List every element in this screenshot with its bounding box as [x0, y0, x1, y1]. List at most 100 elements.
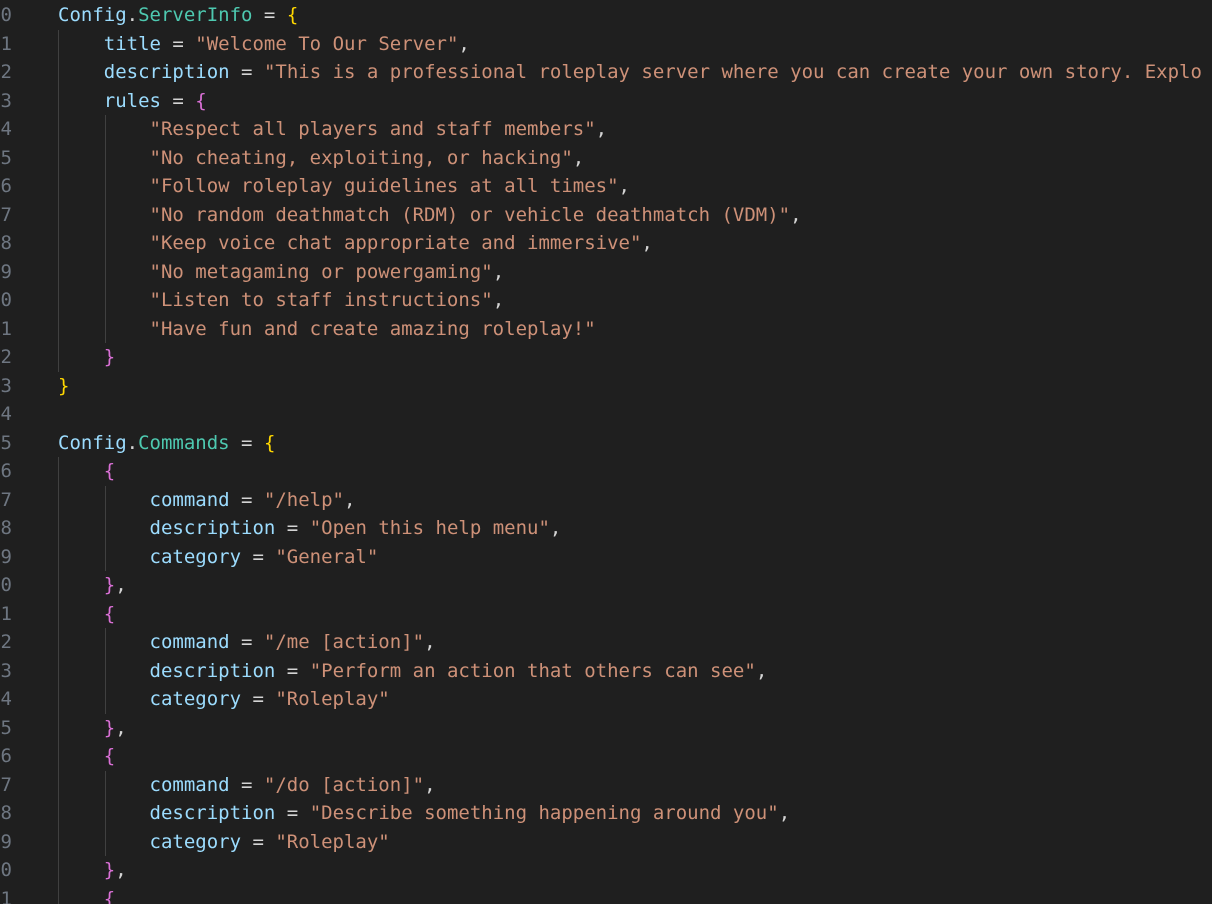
line-content: command = "/do [action]",: [58, 771, 436, 800]
code-token: {: [286, 4, 299, 26]
line-content: category = "Roleplay": [58, 685, 390, 714]
code-token: ,: [115, 716, 127, 739]
code-line[interactable]: 41 {: [0, 884, 1212, 904]
code-token: "Have fun and create amazing roleplay!": [149, 317, 596, 340]
line-number: 18: [0, 232, 12, 254]
code-token: "Listen to staff instructions": [149, 289, 493, 311]
code-line[interactable]: 21 "Have fun and create amazing roleplay…: [0, 314, 1212, 343]
code-token: =: [229, 488, 264, 511]
line-number: 13: [0, 89, 12, 112]
code-token: "Respect all players and staff members": [149, 118, 596, 140]
line-number: 36: [0, 745, 12, 767]
line-number: 15: [0, 146, 12, 169]
code-token: category: [149, 545, 242, 568]
line-content: "Listen to staff instructions",: [58, 286, 505, 315]
code-line[interactable]: 38 description = "Describe something hap…: [0, 799, 1212, 828]
code-token: .: [126, 431, 139, 454]
line-number: 14: [0, 118, 12, 140]
code-line[interactable]: 25 Config.Commands = {: [0, 429, 1212, 458]
line-number: 28: [0, 517, 12, 539]
code-line[interactable]: 39 category = "Roleplay": [0, 827, 1212, 856]
code-token: {: [263, 431, 276, 454]
code-line[interactable]: 28 description = "Open this help menu",: [0, 514, 1212, 543]
line-content: "No metagaming or powergaming",: [58, 258, 505, 287]
code-token: ,: [115, 859, 127, 881]
code-token: "No metagaming or powergaming": [149, 260, 493, 283]
line-number: 32: [0, 631, 12, 653]
code-token: "Perform an action that others can see": [309, 659, 756, 682]
code-line[interactable]: 29 category = "General": [0, 542, 1212, 571]
line-number: 17: [0, 203, 12, 226]
code-token: ,: [641, 232, 653, 254]
code-token: command: [149, 631, 230, 653]
line-number: 23: [0, 374, 12, 397]
code-token: command: [149, 773, 230, 796]
line-content: "No cheating, exploiting, or hacking",: [58, 144, 585, 173]
code-line[interactable]: 37 command = "/do [action]",: [0, 770, 1212, 800]
code-line[interactable]: 17 "No random deathmatch (RDM) or vehicl…: [0, 200, 1212, 229]
code-line[interactable]: 22 }: [0, 343, 1212, 372]
code-token: {: [103, 745, 116, 767]
line-content: description = "Describe something happen…: [58, 799, 791, 828]
code-token: =: [229, 773, 264, 796]
code-line[interactable]: 11 title = "Welcome To Our Server",: [0, 29, 1212, 59]
code-line[interactable]: 31 {: [0, 599, 1212, 629]
code-line[interactable]: 18 "Keep voice chat appropriate and imme…: [0, 229, 1212, 258]
code-line[interactable]: 15 "No cheating, exploiting, or hacking"…: [0, 143, 1212, 173]
line-number: 19: [0, 260, 12, 283]
code-token: description: [103, 61, 230, 83]
line-number: 40: [0, 859, 12, 881]
code-line[interactable]: 10 Config.ServerInfo = {: [0, 1, 1212, 30]
code-token: =: [241, 545, 276, 568]
line-content: {: [58, 600, 115, 629]
code-line[interactable]: 30 },: [0, 571, 1212, 600]
code-line[interactable]: 14 "Respect all players and staff member…: [0, 115, 1212, 144]
code-line[interactable]: 32 command = "/me [action]",: [0, 628, 1212, 657]
code-line[interactable]: 12 description = "This is a professional…: [0, 58, 1212, 87]
line-content: rules = {: [58, 87, 207, 116]
code-line[interactable]: 23}: [0, 372, 1212, 401]
code-token: "/me [action]": [263, 631, 425, 653]
code-line[interactable]: 24: [0, 400, 1212, 429]
code-line[interactable]: 26 {: [0, 457, 1212, 486]
code-line[interactable]: 34 category = "Roleplay": [0, 685, 1212, 714]
code-line[interactable]: 27 command = "/help",: [0, 485, 1212, 514]
code-token: "General": [275, 545, 379, 568]
code-token: =: [229, 631, 264, 653]
code-line[interactable]: 33 description = "Perform an action that…: [0, 656, 1212, 685]
line-content: "Keep voice chat appropriate and immersi…: [58, 229, 653, 258]
code-line[interactable]: 36 {: [0, 742, 1212, 771]
code-token: =: [275, 659, 310, 682]
line-content: description = "Open this help menu",: [58, 514, 562, 543]
line-content: title = "Welcome To Our Server",: [58, 30, 470, 59]
code-token: "This is a professional roleplay server …: [263, 61, 1202, 83]
code-token: }: [103, 574, 116, 596]
code-line[interactable]: 40 },: [0, 856, 1212, 885]
code-line[interactable]: 16 "Follow roleplay guidelines at all ti…: [0, 172, 1212, 201]
code-token: "No random deathmatch (RDM) or vehicle d…: [149, 203, 791, 226]
code-line[interactable]: 35 },: [0, 713, 1212, 742]
code-token: =: [160, 89, 196, 112]
code-line[interactable]: 20 "Listen to staff instructions",: [0, 286, 1212, 315]
code-line[interactable]: 13 rules = {: [0, 86, 1212, 116]
code-line[interactable]: 19 "No metagaming or powergaming",: [0, 257, 1212, 287]
code-editor[interactable]: 10Config.ServerInfo = {11 title = "Welco…: [0, 0, 1212, 904]
code-token: =: [160, 32, 196, 55]
line-number: 41: [0, 887, 12, 904]
code-token: ,: [755, 659, 768, 682]
code-token: {: [103, 460, 116, 482]
